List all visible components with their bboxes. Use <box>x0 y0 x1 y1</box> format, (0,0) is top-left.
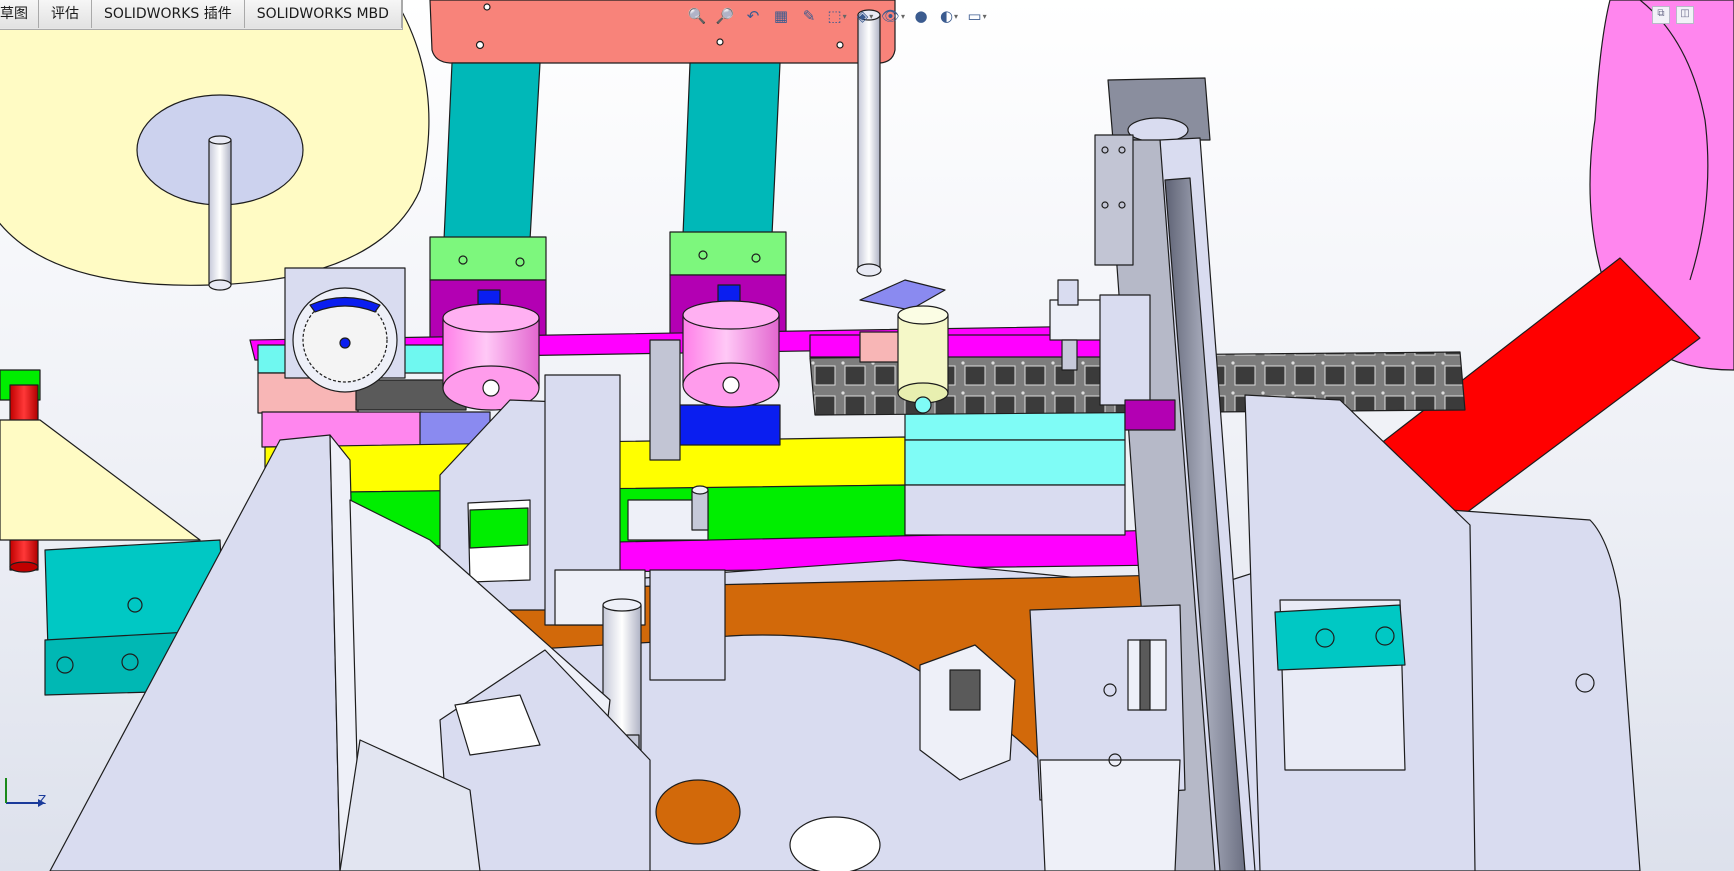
dynamic-annotation-icon: ✎ <box>802 7 816 25</box>
section-view-icon: ▦ <box>773 7 789 25</box>
heads-up-view-toolbar: 🔍 🔎 ↶ ▦ ✎ ⬚ ▾ ◈ ▾ 👁 ▾ ● ◐ ▾ ▭ ▾ <box>686 3 988 29</box>
apply-scene-button[interactable]: ◐ ▾ <box>938 5 960 27</box>
apply-scene-icon: ◐ <box>939 7 954 25</box>
zoom-to-area-button[interactable]: 🔎 <box>714 5 736 27</box>
section-view-button[interactable]: ▦ <box>770 5 792 27</box>
tab-sketch[interactable]: 草图 <box>0 0 39 28</box>
graphics-area[interactable] <box>0 0 1734 871</box>
zoom-to-fit-button[interactable]: 🔍 <box>686 5 708 27</box>
edit-appearance-button[interactable]: ● <box>910 5 932 27</box>
zoom-to-area-icon: 🔎 <box>715 7 735 25</box>
edit-appearance-icon: ● <box>914 7 928 25</box>
view-orientation-icon: ⬚ <box>827 7 842 25</box>
view-settings-button[interactable]: ▭ ▾ <box>966 5 988 27</box>
hide-show-items-button[interactable]: 👁 ▾ <box>880 5 906 27</box>
triad-z-label: Z <box>38 793 47 807</box>
view-settings-icon: ▭ <box>967 7 982 25</box>
chevron-down-icon: ▾ <box>954 11 959 21</box>
tab-solidworks-add-ins[interactable]: SOLIDWORKS 插件 <box>92 0 245 28</box>
hide-show-items-icon: 👁 <box>880 7 901 25</box>
assembly-model[interactable] <box>0 0 1734 871</box>
chevron-down-icon: ▾ <box>842 11 847 21</box>
split-pane-icon[interactable]: ◫ <box>1676 6 1694 24</box>
previous-view-icon: ↶ <box>746 7 760 25</box>
dynamic-annotation-button[interactable]: ✎ <box>798 5 820 27</box>
reference-triad <box>5 778 45 807</box>
tab-evaluate[interactable]: 评估 <box>39 0 92 28</box>
zoom-to-fit-icon: 🔍 <box>687 7 707 25</box>
display-style-icon: ◈ <box>856 7 869 25</box>
tab-solidworks-mbd[interactable]: SOLIDWORKS MBD <box>244 0 402 28</box>
display-style-button[interactable]: ◈ ▾ <box>854 5 876 27</box>
restore-pane-icon[interactable]: ⧉ <box>1652 6 1670 24</box>
previous-view-button[interactable]: ↶ <box>742 5 764 27</box>
chevron-down-icon: ▾ <box>869 11 874 21</box>
chevron-down-icon: ▾ <box>901 11 906 21</box>
view-orientation-button[interactable]: ⬚ ▾ <box>826 5 848 27</box>
chevron-down-icon: ▾ <box>982 11 987 21</box>
command-manager-tabs: 草图 评估 SOLIDWORKS 插件 SOLIDWORKS MBD <box>0 0 403 30</box>
